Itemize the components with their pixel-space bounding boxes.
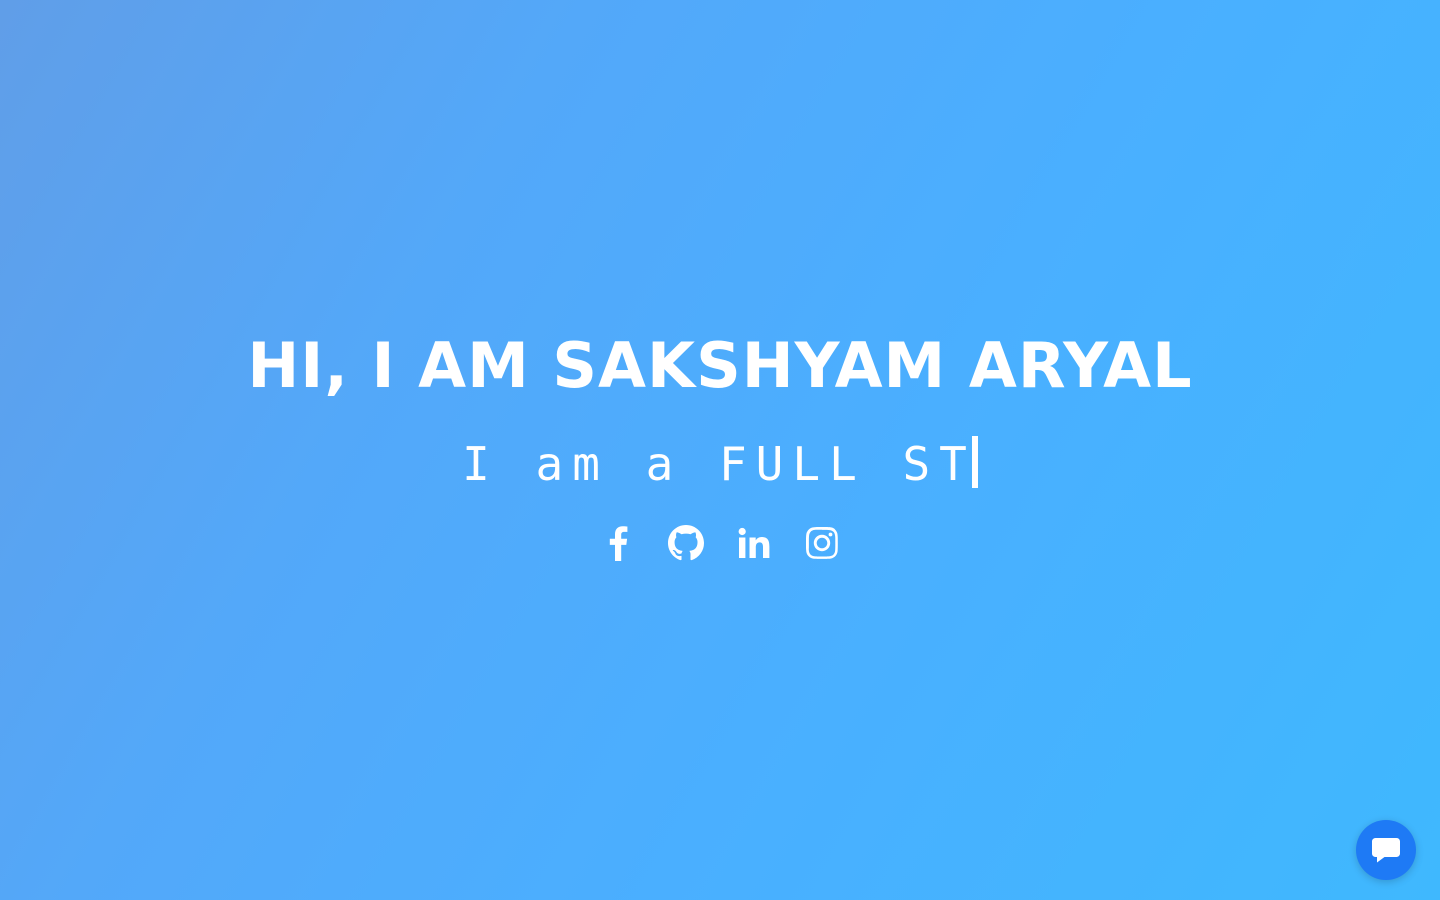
linkedin-icon	[738, 527, 770, 558]
hero-title: HI, I AM SAKSHYAM ARYAL	[247, 329, 1193, 402]
instagram-icon	[806, 527, 838, 559]
instagram-link[interactable]	[804, 524, 840, 562]
linkedin-link[interactable]	[736, 524, 772, 562]
chat-bubble-icon	[1372, 838, 1400, 863]
facebook-icon	[609, 526, 628, 561]
typing-cursor	[971, 436, 978, 488]
facebook-link[interactable]	[600, 524, 636, 562]
github-link[interactable]	[668, 524, 704, 562]
typing-text-line: I am a FULL ST	[0, 436, 1440, 492]
social-links	[0, 524, 1440, 562]
chat-button[interactable]	[1356, 820, 1416, 880]
typing-text: I am a FULL ST	[462, 437, 976, 491]
github-icon	[668, 525, 704, 561]
hero-section: HI, I AM SAKSHYAM ARYAL I am a FULL ST	[0, 0, 1440, 900]
